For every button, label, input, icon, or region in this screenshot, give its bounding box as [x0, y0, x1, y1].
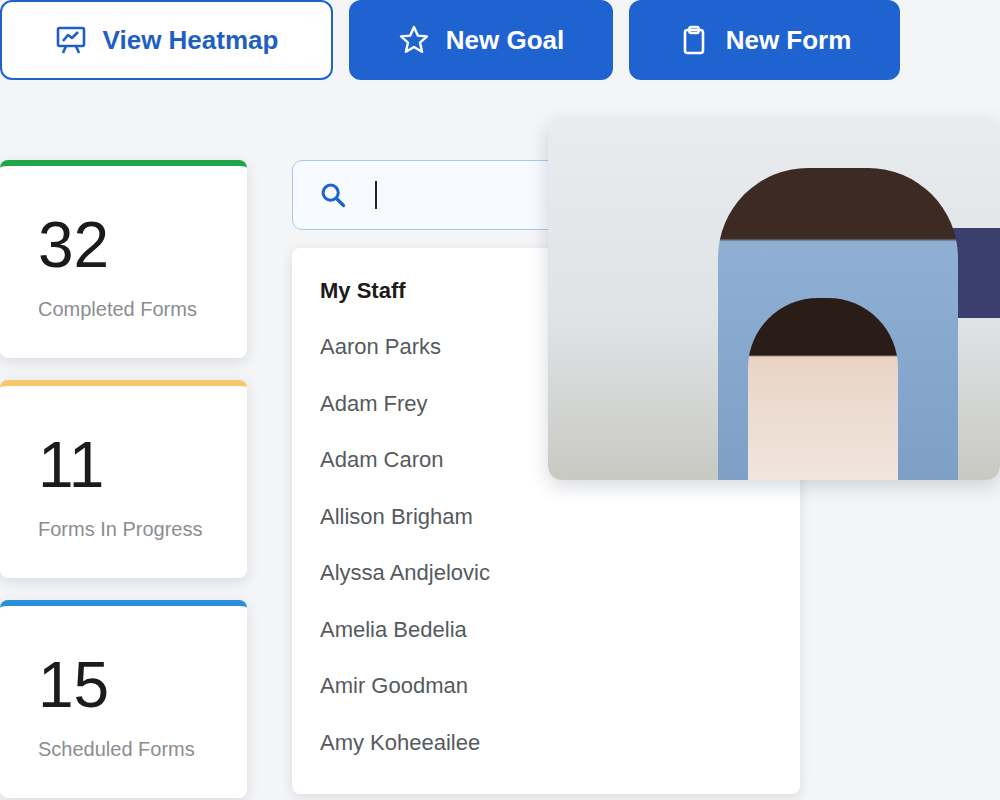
stat-card[interactable]: 11 Forms In Progress: [0, 380, 247, 578]
stat-label: Scheduled Forms: [38, 738, 235, 761]
staff-item[interactable]: Amelia Bedelia: [320, 613, 772, 647]
star-icon: [398, 24, 430, 56]
stat-card[interactable]: 15 Scheduled Forms: [0, 600, 247, 798]
classroom-photo: [548, 118, 1000, 480]
toolbar: View HeatmapNew GoalNew Form: [0, 0, 1000, 80]
stat-value: 11: [38, 430, 235, 500]
staff-item[interactable]: Amir Goodman: [320, 669, 772, 703]
stats-column: 32 Completed Forms 11 Forms In Progress 15 Sc…: [0, 160, 247, 798]
staff-item[interactable]: Allison Brigham: [320, 500, 772, 534]
page: View HeatmapNew GoalNew Form 32 Completed …: [0, 0, 1000, 800]
staff-item[interactable]: Alyssa Andjelovic: [320, 556, 772, 590]
staff-item[interactable]: Amy Koheeailee: [320, 726, 772, 760]
toolbar-button[interactable]: New Goal: [349, 0, 613, 80]
magnifier-icon: [319, 181, 347, 209]
stat-label: Completed Forms: [38, 298, 235, 321]
toolbar-button[interactable]: New Form: [629, 0, 900, 80]
clipboard-icon: [678, 24, 710, 56]
toolbar-button[interactable]: View Heatmap: [0, 0, 333, 80]
stat-value: 15: [38, 650, 235, 720]
stat-value: 32: [38, 210, 235, 280]
photo-student: [748, 298, 898, 480]
heatmap-icon: [55, 24, 87, 56]
stat-label: Forms In Progress: [38, 518, 235, 541]
text-caret: [375, 181, 377, 209]
stat-card[interactable]: 32 Completed Forms: [0, 160, 247, 358]
